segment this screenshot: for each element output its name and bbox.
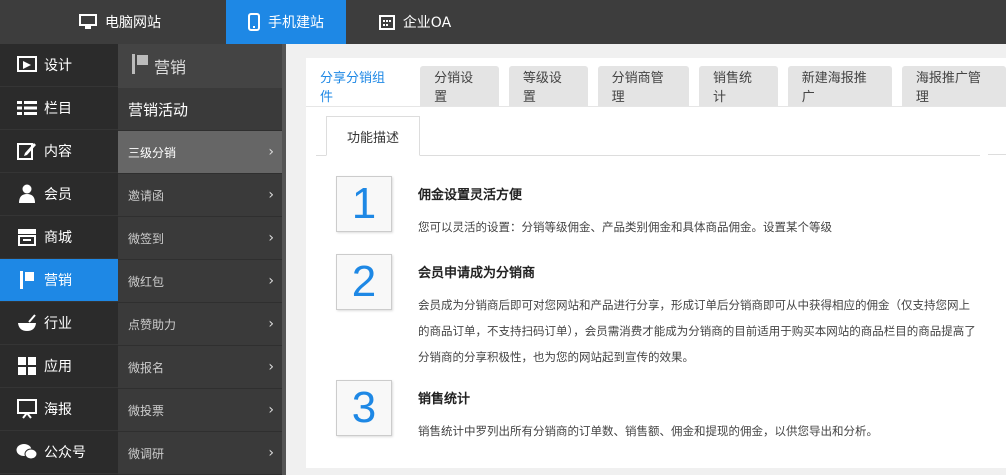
edit-icon	[16, 140, 38, 162]
sub-nav-item-label: 微报名	[128, 360, 165, 375]
sub-nav-item-check-in[interactable]: 微签到 ›	[118, 217, 282, 260]
bowl-icon	[16, 312, 38, 334]
flag-icon	[16, 269, 38, 291]
feature-number-badge: 1	[336, 176, 392, 232]
feature-item: 3 销售统计 销售统计中罗列出所有分销商的订单数、销售额、佣金和提现的佣金，以供…	[336, 380, 976, 440]
tab-bar: 分享分销组件 分销设置 等级设置 分销商管理 销售统计 新建海报推广 海报推广管…	[306, 66, 1006, 106]
sub-nav-item-like-assist[interactable]: 点赞助力 ›	[118, 303, 282, 346]
user-icon	[16, 183, 38, 205]
tab-distribution-settings[interactable]: 分销设置	[420, 66, 499, 106]
sub-nav-header-label: 营销	[154, 58, 187, 77]
chevron-right-icon: ›	[268, 402, 274, 418]
chevron-right-icon: ›	[268, 144, 274, 160]
sub-nav-item-three-level-distribution[interactable]: 三级分销 ›	[118, 131, 282, 174]
tab-distributor-management[interactable]: 分销商管理	[597, 66, 690, 106]
sub-nav-item-registration[interactable]: 微报名 ›	[118, 346, 282, 389]
sub-nav-item-label: 微调研	[128, 446, 165, 461]
feature-item: 2 会员申请成为分销商 会员成为分销商后即可对您网站和产品进行分享，形成订单后分…	[336, 254, 976, 364]
sub-nav-item-red-packet[interactable]: 微红包 ›	[118, 260, 282, 303]
feature-title: 会员申请成为分销商	[418, 266, 536, 281]
tab-level-settings[interactable]: 等级设置	[508, 66, 588, 106]
poster-icon	[16, 398, 38, 420]
lnav-label: 海报	[44, 402, 72, 418]
lnav-label: 内容	[44, 144, 72, 160]
feature-number-badge: 3	[336, 380, 392, 436]
sub-nav: 营销 营销活动 三级分销 › 邀请函 › 微签到 › 微红包 › 点赞助力 › …	[118, 44, 282, 475]
sub-nav-item-label: 微签到	[128, 231, 165, 246]
mobile-icon	[248, 13, 260, 31]
chevron-right-icon: ›	[268, 359, 274, 375]
top-bar: 电脑网站 手机建站 企业OA	[0, 0, 1006, 44]
panel-divider[interactable]	[282, 44, 286, 475]
chevron-right-icon: ›	[268, 273, 274, 289]
monitor-icon	[79, 14, 97, 30]
sub-nav-header: 营销	[118, 44, 282, 88]
lnav-item-industry[interactable]: 行业	[0, 302, 118, 345]
lnav-label: 公众号	[44, 445, 86, 461]
subtab-bar: 功能描述	[316, 116, 980, 156]
feature-description: 销售统计中罗列出所有分销商的订单数、销售额、佣金和提现的佣金，以供您导出和分析。	[418, 424, 878, 438]
store-icon	[16, 226, 38, 248]
sub-nav-item-label: 微红包	[128, 274, 165, 289]
lnav-item-official-account[interactable]: 公众号	[0, 431, 118, 474]
tab-share-component[interactable]: 分享分销组件	[306, 66, 411, 106]
lnav-label: 商城	[44, 230, 72, 246]
lnav-label: 行业	[44, 316, 72, 332]
lnav-label: 栏目	[44, 101, 72, 117]
lnav-item-columns[interactable]: 栏目	[0, 87, 118, 130]
sub-nav-item-label: 点赞助力	[128, 317, 177, 332]
topnav-label: 企业OA	[402, 15, 452, 31]
flag-icon	[130, 53, 150, 79]
feature-title: 销售统计	[418, 392, 471, 407]
lnav-label: 设计	[44, 58, 72, 74]
sub-nav-item-invitation[interactable]: 邀请函 ›	[118, 174, 282, 217]
topnav-enterprise-oa[interactable]: 企业OA	[360, 0, 470, 44]
lnav-item-members[interactable]: 会员	[0, 173, 118, 216]
sub-nav-group: 营销活动	[118, 88, 282, 131]
chevron-right-icon: ›	[268, 187, 274, 203]
design-icon	[16, 54, 38, 76]
tab-sales-statistics[interactable]: 销售统计	[699, 66, 778, 106]
main-panel: 分享分销组件 分销设置 等级设置 分销商管理 销售统计 新建海报推广 海报推广管…	[306, 58, 1006, 468]
lnav-item-poster[interactable]: 海报	[0, 388, 118, 431]
feature-description: 您可以灵活的设置：分销等级佣金、产品类别佣金和具体商品佣金。设置某个等级	[418, 220, 832, 234]
lnav-label: 应用	[44, 359, 72, 375]
list-icon	[16, 97, 38, 119]
topnav-mobile-site[interactable]: 手机建站	[226, 0, 346, 44]
topnav-pc-site[interactable]: 电脑网站	[40, 0, 200, 44]
sub-nav-item-label: 微投票	[128, 403, 165, 418]
lnav-label: 营销	[44, 273, 72, 289]
lnav-item-apps[interactable]: 应用	[0, 345, 118, 388]
lnav-item-mall[interactable]: 商城	[0, 216, 118, 259]
chevron-right-icon: ›	[268, 316, 274, 332]
lnav-item-design[interactable]: 设计	[0, 44, 118, 87]
lnav-label: 会员	[44, 187, 72, 203]
sub-nav-item-survey[interactable]: 微调研 ›	[118, 432, 282, 475]
subtab-feature-description[interactable]: 功能描述	[326, 116, 421, 156]
chevron-right-icon: ›	[268, 230, 274, 246]
grid-icon	[16, 355, 38, 377]
tab-new-poster-promotion[interactable]: 新建海报推广	[787, 66, 892, 106]
left-nav: 设计 栏目 内容 会员 商城 营销 行业 应用 海报 公众号	[0, 44, 118, 475]
feature-description: 会员成为分销商后即可对您网站和产品进行分享，形成订单后分销商即可从中获得相应的佣…	[418, 298, 976, 364]
tab-divider	[306, 106, 1006, 107]
wechat-icon	[16, 441, 38, 463]
sub-nav-item-label: 邀请函	[128, 188, 165, 203]
calendar-icon	[378, 14, 395, 30]
tab-poster-promotion-management[interactable]: 海报推广管理	[901, 66, 1006, 106]
topnav-label: 手机建站	[268, 15, 324, 31]
sub-nav-item-vote[interactable]: 微投票 ›	[118, 389, 282, 432]
lnav-item-marketing[interactable]: 营销	[0, 259, 118, 302]
topnav-label: 电脑网站	[105, 15, 161, 31]
feature-number-badge: 2	[336, 254, 392, 310]
feature-item: 1 佣金设置灵活方便 您可以灵活的设置：分销等级佣金、产品类别佣金和具体商品佣金…	[336, 176, 976, 236]
lnav-item-content[interactable]: 内容	[0, 130, 118, 173]
feature-title: 佣金设置灵活方便	[418, 188, 523, 203]
side-panel-divider	[988, 154, 1006, 155]
sub-nav-item-label: 三级分销	[128, 145, 177, 160]
chevron-right-icon: ›	[268, 445, 274, 461]
